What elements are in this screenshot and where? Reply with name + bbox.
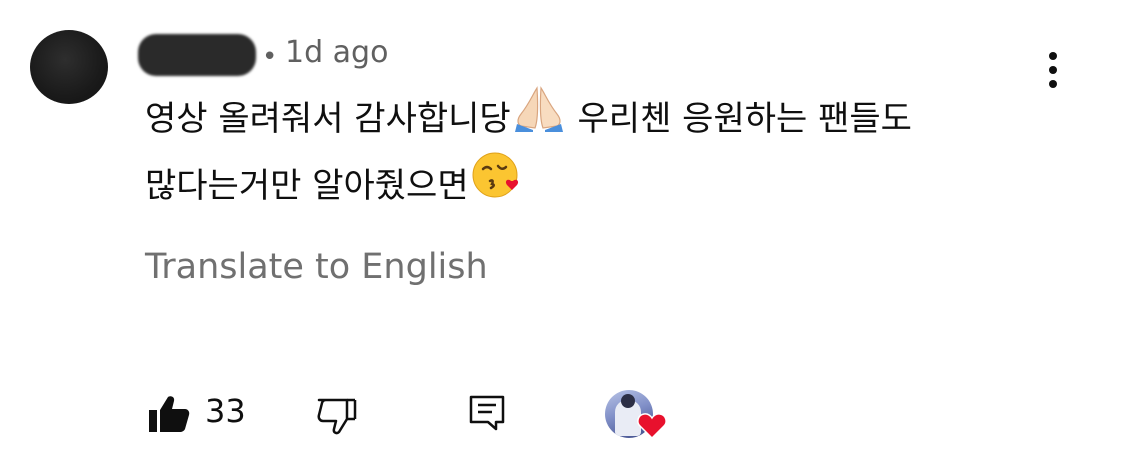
comment-text: 영상 올려줘서 감사합니당 우리첸 응원하는 팬들도 많다는거만 알아줬으면 [145, 86, 1050, 222]
comment-thread: • 1d ago 영상 올려줘서 감사합니당 우리첸 응원하는 팬들도 많다는거… [0, 0, 1125, 469]
thumbs-down-icon [317, 398, 357, 435]
commenter-avatar[interactable] [30, 30, 108, 104]
dislike-button[interactable] [317, 397, 357, 435]
translate-to-english-link[interactable]: Translate to English [145, 248, 488, 287]
author-name-redacted[interactable] [138, 34, 256, 76]
like-button[interactable] [148, 395, 190, 433]
more-options-button[interactable] [1036, 48, 1070, 92]
reply-icon [469, 395, 505, 431]
like-count: 33 [205, 392, 246, 430]
folded-hands-emoji [513, 84, 565, 149]
face-blowing-kiss-emoji [471, 149, 523, 218]
creator-heart-badge [605, 390, 669, 446]
separator-dot: • [262, 42, 278, 72]
more-vertical-icon [1049, 52, 1057, 88]
comment-text-part-1: 영상 올려줘서 감사합니당 [145, 99, 511, 139]
heart-icon [637, 413, 667, 440]
creator-avatar-head [621, 394, 635, 408]
thumbs-up-icon [149, 396, 190, 432]
comment-timestamp: 1d ago [285, 35, 389, 70]
reply-button[interactable] [468, 394, 506, 432]
